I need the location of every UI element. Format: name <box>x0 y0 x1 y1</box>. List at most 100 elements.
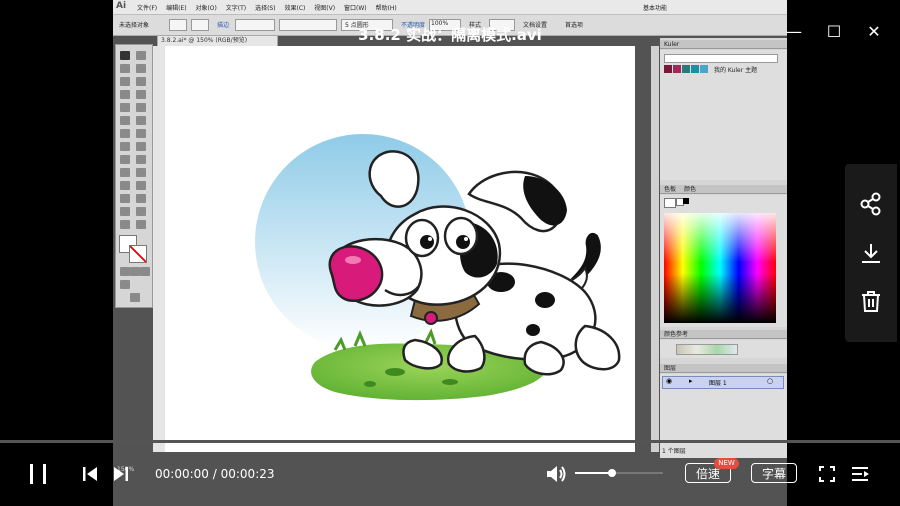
video-frame[interactable]: Ai 文件(F) 编辑(E) 对象(O) 文字(T) 选择(S) 效果(C) 视… <box>113 0 787 506</box>
video-title: 3.8.2 实战：隔离模式.avi <box>358 26 542 44</box>
pause-icon[interactable] <box>26 462 50 486</box>
download-button[interactable] <box>857 240 885 268</box>
none-mode-icon <box>140 267 150 276</box>
pen-tool-icon <box>120 77 130 86</box>
eraser-tool-icon <box>136 116 146 125</box>
layer-name: 图层 1 <box>709 380 727 387</box>
type-tool-icon <box>136 77 146 86</box>
nose-highlight <box>345 256 361 264</box>
direct-select-tool-icon <box>136 51 146 60</box>
pencil-tool-icon <box>136 103 146 112</box>
kuler-swatch <box>691 65 699 73</box>
next-icon[interactable] <box>112 465 130 483</box>
puppy-front-leg <box>446 334 486 373</box>
symbol-sprayer-tool-icon <box>120 194 130 203</box>
layer-row: ◉ ▸ 图层 1 ○ <box>662 376 784 389</box>
kuler-theme-row: 我的 Kuler 主题 <box>664 65 780 74</box>
color-guide-body <box>660 340 787 358</box>
minimize-button[interactable]: — <box>784 22 804 42</box>
share-button[interactable] <box>857 190 885 218</box>
current-time: 00:00:00 <box>155 467 209 481</box>
free-transform-tool-icon <box>136 142 146 151</box>
slice-tool-icon <box>136 207 146 216</box>
width-tool-icon <box>120 142 130 151</box>
canvas-scrollbar[interactable] <box>651 46 659 452</box>
time-separator: / <box>212 467 217 481</box>
menu-help: 帮助(H) <box>375 5 397 12</box>
share-icon <box>860 192 881 216</box>
layer-target-icon: ○ <box>767 377 774 385</box>
brush-tool-icon <box>120 103 130 112</box>
right-pupil <box>456 235 470 249</box>
video-progress-bar[interactable] <box>0 440 900 443</box>
left-pupil <box>420 235 434 249</box>
subtitle-button[interactable]: 字幕 <box>751 463 797 483</box>
kuler-theme-name: 我的 Kuler 主题 <box>714 67 758 74</box>
workspace-label: 基本功能 <box>643 5 668 12</box>
color-panel-header: 色板 颜色 <box>660 185 787 194</box>
grass-spot <box>385 368 405 376</box>
volume-icon[interactable] <box>545 464 567 484</box>
playlist-icon[interactable] <box>851 465 871 483</box>
kuler-search-field <box>664 54 778 63</box>
previous-icon[interactable] <box>81 465 99 483</box>
illustrator-menu-list: 文件(F) 编辑(E) 对象(O) 文字(T) 选择(S) 效果(C) 视图(V… <box>137 3 404 12</box>
delete-button[interactable] <box>857 288 885 316</box>
stroke-none-icon <box>129 245 147 263</box>
kuler-swatch <box>664 65 672 73</box>
gradient-mode-icon <box>130 267 140 276</box>
shape-builder-tool-icon <box>120 155 130 164</box>
volume-slider-fill <box>575 472 612 474</box>
body-spot <box>535 292 555 308</box>
artboard-canvas <box>165 46 715 452</box>
layers-panel-header: 图层 <box>660 364 787 373</box>
mesh-tool-icon <box>120 168 130 177</box>
kuler-panel-body: 我的 Kuler 主题 <box>660 50 787 180</box>
illustrator-menubar: Ai 文件(F) 编辑(E) 对象(O) 文字(T) 选择(S) 效果(C) 视… <box>113 0 787 15</box>
fullscreen-icon[interactable] <box>818 465 836 483</box>
menu-object: 对象(O) <box>195 5 217 12</box>
maximize-button[interactable]: ☐ <box>824 22 844 42</box>
left-eye-glint <box>428 237 432 241</box>
artboard-tool-icon <box>120 207 130 216</box>
puppy-nose <box>328 245 384 302</box>
duration: 00:00:23 <box>220 467 275 481</box>
magic-wand-tool-icon <box>120 64 130 73</box>
kuler-swatch <box>682 65 690 73</box>
collar-tag <box>424 311 438 325</box>
right-eye-glint <box>464 237 468 241</box>
menu-view: 视图(V) <box>314 5 336 12</box>
selection-tool-icon <box>120 51 130 60</box>
delete-icon <box>862 291 880 312</box>
scale-tool-icon <box>136 129 146 138</box>
volume-slider-handle[interactable] <box>608 469 616 477</box>
kuler-swatch <box>700 65 708 73</box>
layers-panel-body: ◉ ▸ 图层 1 ○ 1 个图层 <box>660 374 787 458</box>
menu-effect: 效果(C) <box>284 5 306 12</box>
zoom-tool-icon <box>136 220 146 229</box>
line-tool-icon <box>120 90 130 99</box>
graph-tool-icon <box>136 194 146 203</box>
menu-type: 文字(T) <box>225 5 247 12</box>
close-button[interactable]: ✕ <box>864 22 884 42</box>
screen-mode-icon <box>130 293 140 302</box>
side-action-panel <box>845 164 897 342</box>
rectangle-tool-icon <box>136 90 146 99</box>
blend-tool-icon <box>136 181 146 190</box>
tools-panel <box>115 44 153 308</box>
menu-window: 窗口(W) <box>344 5 367 12</box>
color-spectrum-picker[interactable] <box>664 213 776 323</box>
black-chip-icon <box>683 198 689 204</box>
menu-select: 选择(S) <box>255 5 276 12</box>
layers-count: 1 个图层 <box>662 448 686 455</box>
illustrator-right-panels: Kuler 我的 Kuler 主题 色板 颜色 颜色参考 图层 ◉ ▸ 图层 1… <box>660 38 787 458</box>
rotate-tool-icon <box>120 129 130 138</box>
guide-gradient-strip <box>676 344 738 355</box>
puppy-back-leg <box>574 324 621 371</box>
blob-brush-tool-icon <box>120 116 130 125</box>
perspective-tool-icon <box>136 155 146 164</box>
menu-file: 文件(F) <box>137 5 158 12</box>
eyedropper-tool-icon <box>120 181 130 190</box>
illustrator-logo: Ai <box>116 1 127 11</box>
download-icon <box>862 244 880 263</box>
